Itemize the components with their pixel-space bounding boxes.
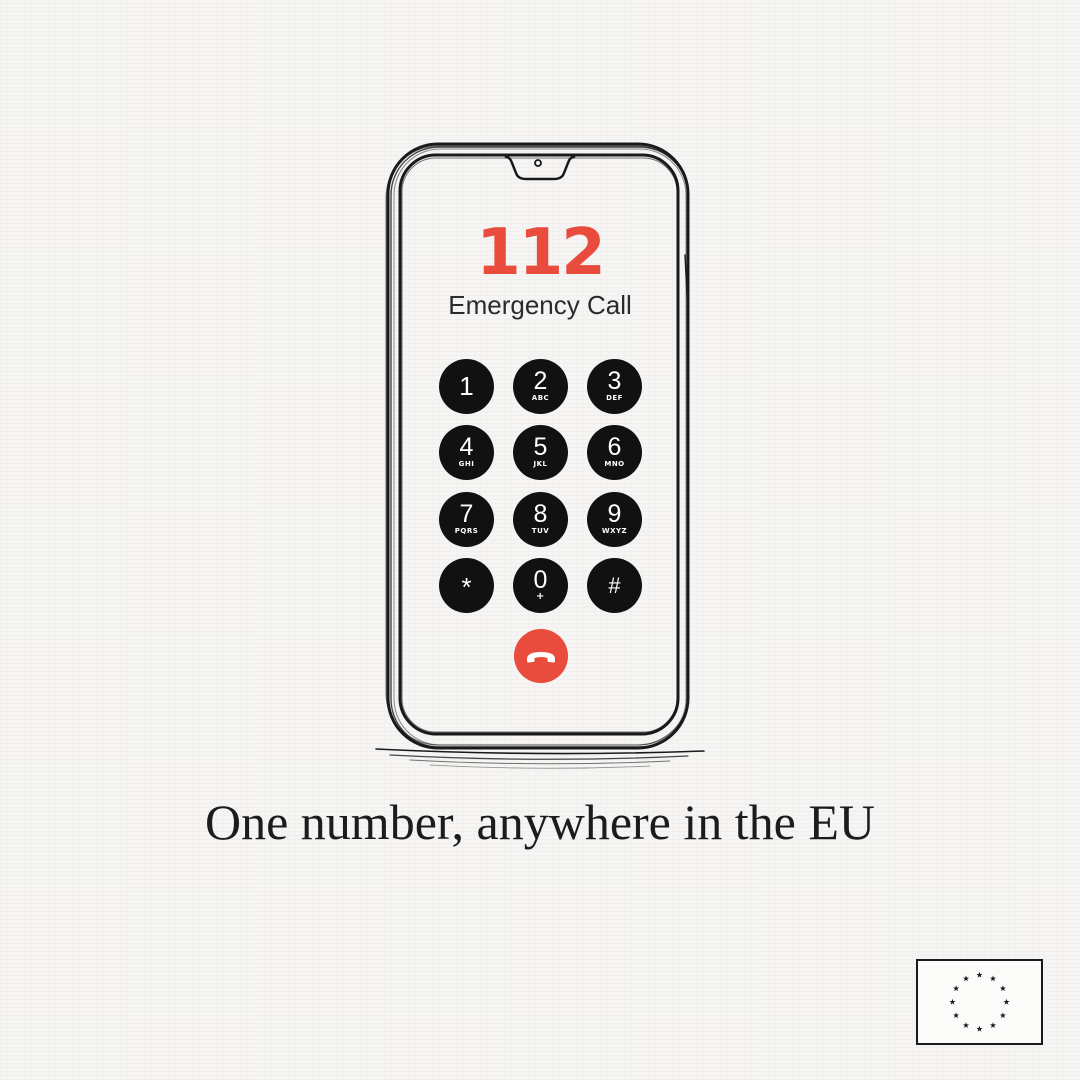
eu-star [976,1025,983,1032]
key-letters: MNO [604,460,625,468]
eu-star [962,975,970,982]
key-letters: GHI [458,460,475,468]
key-2[interactable]: 2 ABC [513,359,568,414]
key-letters: JKL [533,460,548,468]
key-4[interactable]: 4 GHI [439,425,494,480]
key-3[interactable]: 3 DEF [587,359,642,414]
key-digit: 7 [459,500,474,528]
key-letters: WXYZ [601,527,628,535]
key-8[interactable]: 8 TUV [513,492,568,547]
end-call-button[interactable] [514,629,568,683]
key-letters: PQRS [454,527,479,535]
key-digit: 4 [459,433,474,461]
key-6[interactable]: 6 MNO [587,425,642,480]
key-digit: 3 [607,367,622,395]
eu-star [989,1022,997,1028]
key-digit: 2 [533,367,548,395]
eu-star [999,1012,1006,1019]
key-digit: 5 [533,433,548,461]
eu-star [999,985,1006,992]
key-digit: 6 [607,433,622,461]
key-letters: DEF [606,394,623,402]
eu-stars-icon [949,971,1010,1032]
key-star[interactable]: * [439,558,494,613]
eu-star [989,975,997,982]
eu-star [953,985,960,992]
key-letters: + [536,591,545,602]
key-0[interactable]: 0 + [513,558,568,613]
key-7[interactable]: 7 PQRS [439,492,494,547]
phone-hangup-icon [514,629,568,683]
eu-star [949,998,956,1005]
tagline: One number, anywhere in the EU [205,794,875,850]
key-digit: 9 [607,500,622,528]
eu-flag [916,959,1043,1045]
eu-star [953,1012,960,1019]
key-9[interactable]: 9 WXYZ [587,492,642,547]
emergency-number: 112 [476,216,606,290]
key-1[interactable]: 1 [439,359,494,414]
key-digit: 8 [533,500,548,528]
eu-star [1003,998,1010,1005]
eu-star [962,1022,970,1028]
key-digit: 1 [459,371,474,401]
key-letters: TUV [531,527,550,535]
eu-star [976,971,983,978]
key-hash[interactable]: # [587,558,642,613]
key-5[interactable]: 5 JKL [513,425,568,480]
emergency-call-label: Emergency Call [448,290,632,320]
key-digit: * [461,572,472,602]
key-digit: # [608,573,621,598]
key-digit: 0 [533,566,548,594]
key-letters: ABC [531,394,550,402]
